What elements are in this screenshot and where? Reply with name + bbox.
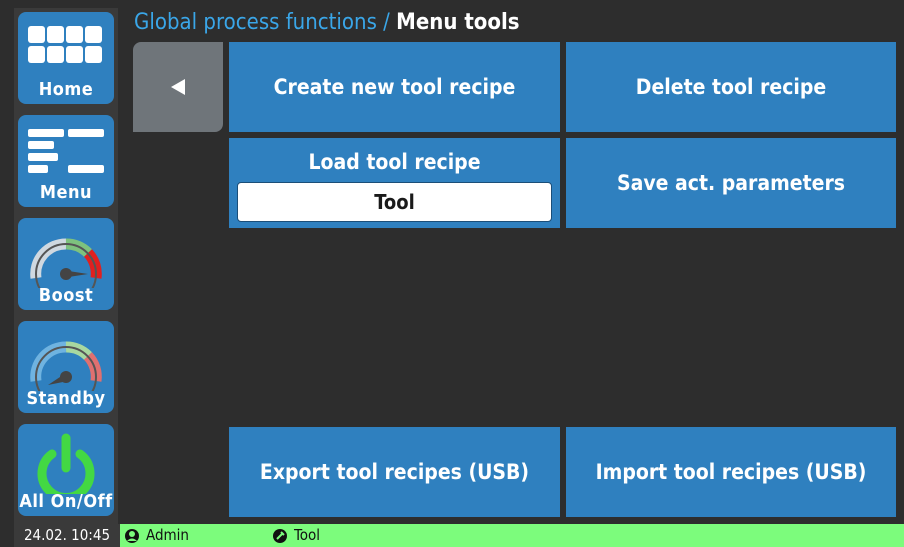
breadcrumb-path[interactable]: Global process functions xyxy=(134,10,377,35)
app-window: Home Menu Boost Standby All On/Off Globa… xyxy=(0,0,904,547)
boost-gauge-icon xyxy=(30,238,102,288)
delete-tool-recipe-button[interactable]: Delete tool recipe xyxy=(566,42,896,132)
tool-icon xyxy=(273,528,287,543)
status-bar: 24.02. 10:45 Admin Tool xyxy=(14,524,904,547)
sidebar-item-label: Boost xyxy=(38,285,94,306)
sidebar-item-menu[interactable]: Menu xyxy=(18,115,114,207)
sidebar-item-all-on-off[interactable]: All On/Off xyxy=(18,424,114,516)
home-grid-icon xyxy=(28,26,102,63)
export-tool-recipes-button[interactable]: Export tool recipes (USB) xyxy=(229,427,560,517)
delete-tool-recipe-label: Delete tool recipe xyxy=(635,75,827,99)
status-tool: Tool xyxy=(272,524,320,547)
back-arrow-icon xyxy=(171,79,185,95)
sidebar-item-label: Standby xyxy=(26,388,106,409)
create-tool-recipe-label: Create new tool recipe xyxy=(273,75,516,99)
import-tool-recipes-label: Import tool recipes (USB) xyxy=(595,460,867,484)
back-button[interactable] xyxy=(133,42,223,132)
status-tool-name: Tool xyxy=(294,526,320,544)
sidebar-item-home[interactable]: Home xyxy=(18,12,114,104)
power-icon xyxy=(37,433,95,494)
save-parameters-button[interactable]: Save act. parameters xyxy=(566,138,896,228)
status-user-name: Admin xyxy=(146,526,189,544)
create-tool-recipe-button[interactable]: Create new tool recipe xyxy=(229,42,560,132)
sidebar-item-boost[interactable]: Boost xyxy=(18,218,114,310)
sidebar: Home Menu Boost Standby All On/Off xyxy=(14,8,118,524)
sidebar-item-standby[interactable]: Standby xyxy=(18,321,114,413)
sidebar-item-label: Menu xyxy=(39,182,93,203)
sidebar-item-label: All On/Off xyxy=(19,491,113,512)
load-tool-recipe-panel: Load tool recipe Tool xyxy=(229,138,560,228)
menu-icon xyxy=(28,129,104,173)
export-tool-recipes-label: Export tool recipes (USB) xyxy=(259,460,530,484)
save-parameters-label: Save act. parameters xyxy=(616,171,846,195)
status-user: Admin xyxy=(124,524,189,547)
standby-gauge-icon xyxy=(30,341,102,391)
import-tool-recipes-button[interactable]: Import tool recipes (USB) xyxy=(566,427,896,517)
load-tool-recipe-label: Load tool recipe xyxy=(308,150,481,174)
user-icon xyxy=(125,528,139,543)
breadcrumb-current: Menu tools xyxy=(396,10,520,35)
tool-recipe-select[interactable]: Tool xyxy=(237,182,552,222)
page-title: Global process functions / Menu tools xyxy=(134,10,520,35)
breadcrumb-separator: / xyxy=(376,10,397,35)
status-datetime: 24.02. 10:45 xyxy=(14,524,120,547)
sidebar-item-label: Home xyxy=(38,79,94,100)
